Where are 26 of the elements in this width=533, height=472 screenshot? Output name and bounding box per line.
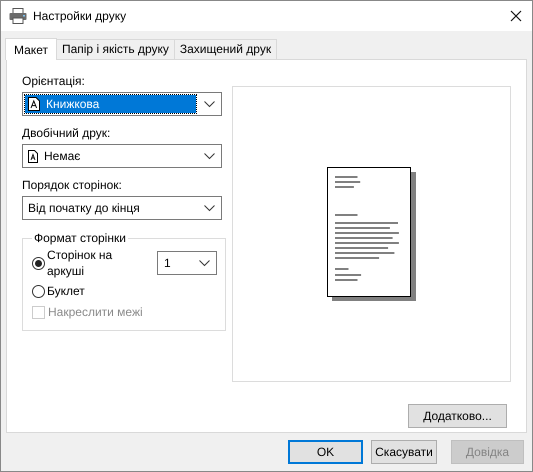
- radio-button[interactable]: [32, 256, 45, 270]
- chevron-icon: [204, 152, 215, 160]
- field-label: Орієнтація:: [22, 74, 86, 89]
- radio-label[interactable]: Буклет: [47, 283, 85, 299]
- document-icon: [28, 150, 38, 162]
- close-icon[interactable]: [510, 10, 522, 22]
- dropdown[interactable]: Від початку до кінця: [22, 196, 222, 220]
- dropdown[interactable]: Книжкова: [22, 92, 222, 116]
- radio-label[interactable]: Сторінок на аркуші: [47, 247, 147, 279]
- radio-button[interactable]: [32, 284, 45, 298]
- window-title: Настройки друку: [33, 9, 128, 23]
- group-title: Формат сторінки: [33, 231, 127, 245]
- field-label: Порядок сторінок:: [22, 178, 123, 193]
- advanced-button[interactable]: Додатково...: [408, 404, 507, 428]
- pages-per-sheet-dropdown[interactable]: 1: [157, 251, 217, 275]
- chevron-icon: [204, 100, 215, 108]
- dropdown[interactable]: Немає: [22, 144, 222, 168]
- printer-icon: [9, 8, 27, 24]
- field-label: Двобічний друк:: [22, 126, 112, 141]
- dialog-button[interactable]: Скасувати: [371, 440, 437, 464]
- dialog-button[interactable]: OK: [288, 440, 363, 464]
- chevron-icon: [204, 204, 215, 212]
- document-icon: [28, 97, 40, 111]
- tab[interactable]: Макет: [5, 38, 57, 60]
- tab[interactable]: Захищений друк: [174, 39, 278, 59]
- chevron-icon: [199, 260, 210, 266]
